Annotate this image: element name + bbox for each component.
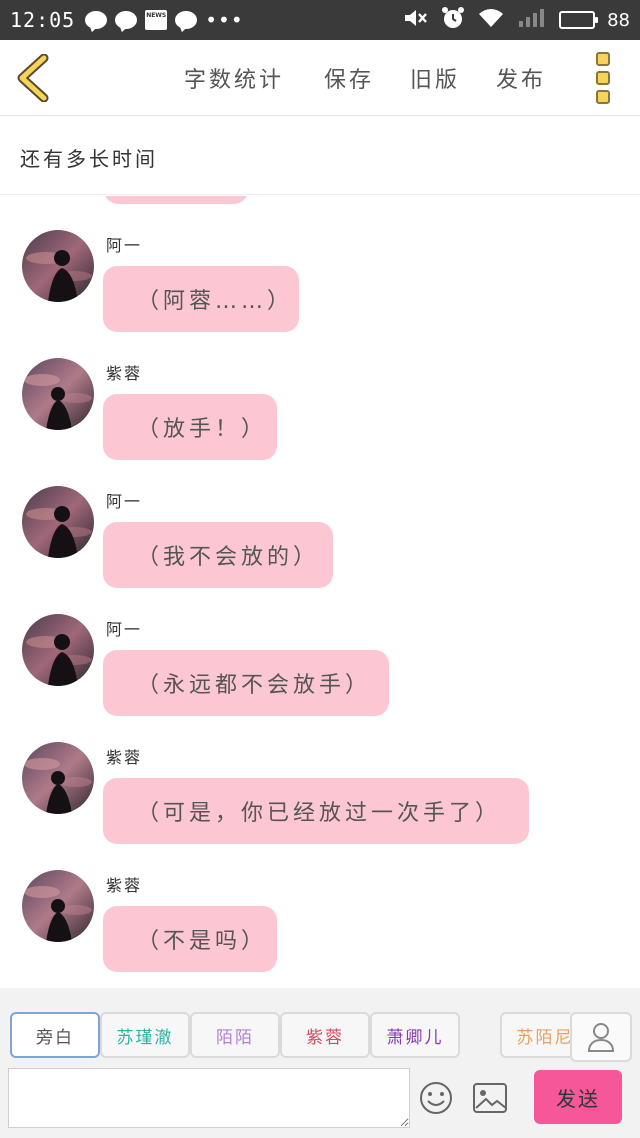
avatar[interactable] xyxy=(22,358,94,430)
battery-icon xyxy=(559,11,599,29)
avatar[interactable] xyxy=(22,742,94,814)
role-chip[interactable]: 陌陌 xyxy=(190,1012,280,1058)
sender-name: 阿一 xyxy=(106,236,143,255)
message-bubble[interactable]: （永远都不会放手） xyxy=(103,650,389,716)
add-role-button[interactable] xyxy=(570,1012,632,1062)
message-bubble-icon xyxy=(115,11,138,29)
more-dot-icon xyxy=(596,90,610,104)
back-button[interactable] xyxy=(14,53,54,103)
status-time: 12:05 xyxy=(10,8,76,32)
sender-name: 紫蓉 xyxy=(106,876,143,895)
news-icon: NEWS xyxy=(145,10,168,30)
message-bubble[interactable]: （可是，你已经放过一次手了） xyxy=(103,778,529,844)
signal-icon xyxy=(517,7,547,33)
message-bubble[interactable]: （放手！） xyxy=(103,394,277,460)
role-selector[interactable]: 旁白 苏瑾澈 陌陌 紫蓉 萧卿儿 苏陌尼 xyxy=(10,1012,570,1058)
message-bubble[interactable]: （阿蓉……） xyxy=(103,266,299,332)
wifi-icon xyxy=(477,7,505,33)
emoji-button[interactable] xyxy=(418,1080,454,1116)
more-dot-icon xyxy=(596,71,610,85)
header-menu: 字数统计 保存 旧版 发布 xyxy=(184,62,576,94)
image-icon xyxy=(473,1083,507,1113)
chat-message: 阿一 （我不会放的） xyxy=(0,452,640,588)
more-dot-icon xyxy=(596,52,610,66)
chat-message: 阿一 （阿蓉……） xyxy=(0,196,640,332)
send-button[interactable]: 发送 xyxy=(534,1070,622,1124)
publish-button[interactable]: 发布 xyxy=(496,62,576,94)
message-bubble-icon xyxy=(175,11,198,29)
sender-name: 阿一 xyxy=(106,620,143,639)
old-version-button[interactable]: 旧版 xyxy=(410,62,496,94)
role-chip[interactable]: 苏瑾澈 xyxy=(100,1012,190,1058)
avatar[interactable] xyxy=(22,614,94,686)
chat-message: 紫蓉 （可是，你已经放过一次手了） xyxy=(0,708,640,844)
avatar[interactable] xyxy=(22,230,94,302)
story-title-row[interactable]: 还有多长时间 xyxy=(0,117,640,195)
role-chip[interactable]: 苏陌尼 xyxy=(500,1012,570,1058)
avatar[interactable] xyxy=(22,870,94,942)
chevron-left-icon xyxy=(17,53,49,103)
chat-message: 阿一 （永远都不会放手） xyxy=(0,580,640,716)
battery-level: 88 xyxy=(607,9,630,31)
sender-name: 阿一 xyxy=(106,492,143,511)
message-bubble[interactable]: （我不会放的） xyxy=(103,522,333,588)
status-bar: 12:05 NEWS ••• 88 xyxy=(0,0,640,40)
mute-icon xyxy=(403,7,429,33)
avatar[interactable] xyxy=(22,486,94,558)
word-count-button[interactable]: 字数统计 xyxy=(184,62,324,94)
user-icon xyxy=(587,1023,615,1052)
story-title: 还有多长时间 xyxy=(20,147,158,171)
sender-name: 紫蓉 xyxy=(106,748,143,767)
image-button[interactable] xyxy=(472,1082,508,1114)
smiley-icon xyxy=(420,1082,452,1114)
message-input[interactable] xyxy=(8,1068,410,1128)
chat-message: 紫蓉 （放手！） xyxy=(0,324,640,460)
role-chip-narrator[interactable]: 旁白 xyxy=(10,1012,100,1058)
message-bubble-icon xyxy=(85,11,108,29)
role-chip[interactable]: 紫蓉 xyxy=(280,1012,370,1058)
chat-message: 紫蓉 （不是吗） xyxy=(0,836,640,972)
composer-panel: 旁白 苏瑾澈 陌陌 紫蓉 萧卿儿 苏陌尼 发送 xyxy=(0,988,640,1138)
chat-list[interactable]: 阿一 （阿蓉……） 紫蓉 （放手！） 阿一 （我不会放的） 阿一 （永远都不会放… xyxy=(0,196,640,988)
sender-name: 紫蓉 xyxy=(106,364,143,383)
message-bubble[interactable]: （不是吗） xyxy=(103,906,277,972)
more-menu-button[interactable] xyxy=(596,52,614,104)
save-button[interactable]: 保存 xyxy=(324,62,410,94)
more-dots-icon: ••• xyxy=(205,8,244,32)
role-chip[interactable]: 萧卿儿 xyxy=(370,1012,460,1058)
editor-header: 字数统计 保存 旧版 发布 xyxy=(0,40,640,116)
alarm-icon xyxy=(441,6,465,34)
